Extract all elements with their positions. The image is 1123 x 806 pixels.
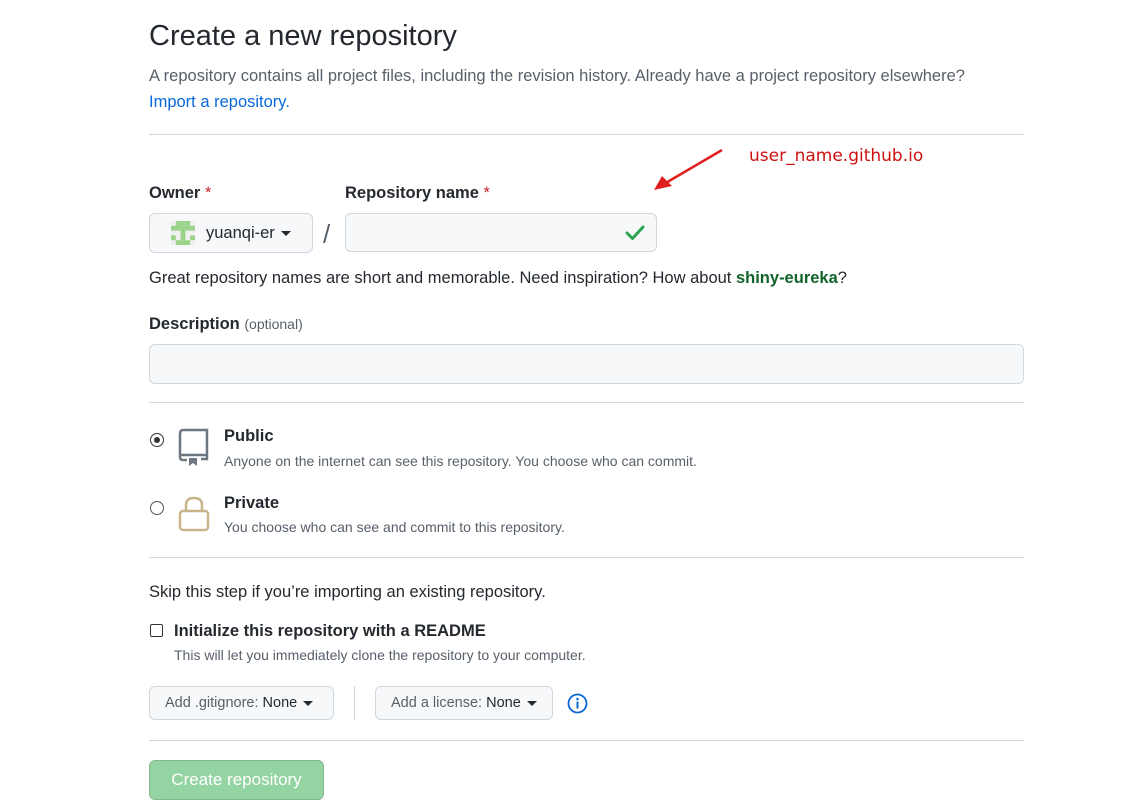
- divider: [149, 557, 1024, 558]
- annotation-arrow-icon: [654, 148, 723, 190]
- public-option-title: Public: [224, 427, 274, 445]
- divider: [149, 402, 1024, 403]
- license-select-button[interactable]: Add a license: None: [375, 686, 553, 720]
- page-subtitle: A repository contains all project files,…: [149, 63, 1049, 115]
- hint-text: Great repository names are short and mem…: [149, 269, 736, 287]
- identicon-avatar-icon: [171, 221, 195, 245]
- description-input[interactable]: [149, 344, 1024, 384]
- public-option-description: Anyone on the internet can see this repo…: [224, 453, 697, 469]
- readme-checkbox-label[interactable]: Initialize this repository with a README: [174, 622, 486, 641]
- readme-description: This will let you immediately clone the …: [174, 647, 586, 663]
- readme-checkbox[interactable]: [150, 624, 163, 637]
- info-icon[interactable]: [567, 693, 588, 714]
- repo-book-icon: [178, 428, 209, 466]
- create-repository-button[interactable]: Create repository: [149, 760, 324, 800]
- description-optional-tag: (optional): [244, 316, 303, 332]
- repository-name-input[interactable]: [345, 213, 657, 252]
- caret-down-icon: [526, 700, 537, 706]
- description-label-text: Description: [149, 315, 240, 333]
- private-option-description: You choose who can see and commit to thi…: [224, 519, 565, 535]
- description-label: Description (optional): [149, 315, 303, 334]
- private-radio[interactable]: [150, 501, 164, 515]
- public-radio[interactable]: [150, 433, 164, 447]
- lock-icon: [178, 496, 210, 532]
- owner-repo-separator: /: [323, 219, 331, 249]
- owner-label-text: Owner: [149, 184, 201, 202]
- hint-suffix: ?: [837, 269, 847, 287]
- select-separator: [354, 686, 355, 720]
- checkmark-icon: [625, 225, 645, 240]
- private-option-title: Private: [224, 494, 280, 512]
- subtitle-text: A repository contains all project files,…: [149, 67, 965, 85]
- repository-name-required-mark: *: [483, 184, 490, 202]
- owner-required-mark: *: [204, 184, 212, 202]
- repository-name-label-text: Repository name: [345, 184, 479, 202]
- divider: [149, 740, 1024, 741]
- gitignore-select-button[interactable]: Add .gitignore: None: [149, 686, 334, 720]
- owner-label: Owner *: [149, 184, 211, 203]
- gitignore-value: None: [262, 695, 298, 711]
- divider: [149, 134, 1024, 135]
- import-repository-link[interactable]: Import a repository.: [149, 93, 290, 111]
- skip-step-text: Skip this step if you’re importing an ex…: [149, 583, 546, 601]
- caret-down-icon: [280, 230, 291, 236]
- license-prefix: Add a license:: [391, 695, 483, 711]
- page-title: Create a new repository: [149, 20, 457, 52]
- owner-name: yuanqi-er: [206, 223, 275, 242]
- repository-name-hint: Great repository names are short and mem…: [149, 269, 847, 288]
- license-value: None: [486, 695, 521, 711]
- owner-dropdown-button[interactable]: yuanqi-er: [149, 213, 313, 253]
- name-suggestion-link[interactable]: shiny-eureka: [736, 269, 838, 287]
- gitignore-prefix: Add .gitignore:: [165, 695, 259, 711]
- repository-name-label: Repository name *: [345, 184, 490, 203]
- annotation-note: user_name.github.io: [749, 146, 924, 166]
- caret-down-icon: [303, 700, 314, 706]
